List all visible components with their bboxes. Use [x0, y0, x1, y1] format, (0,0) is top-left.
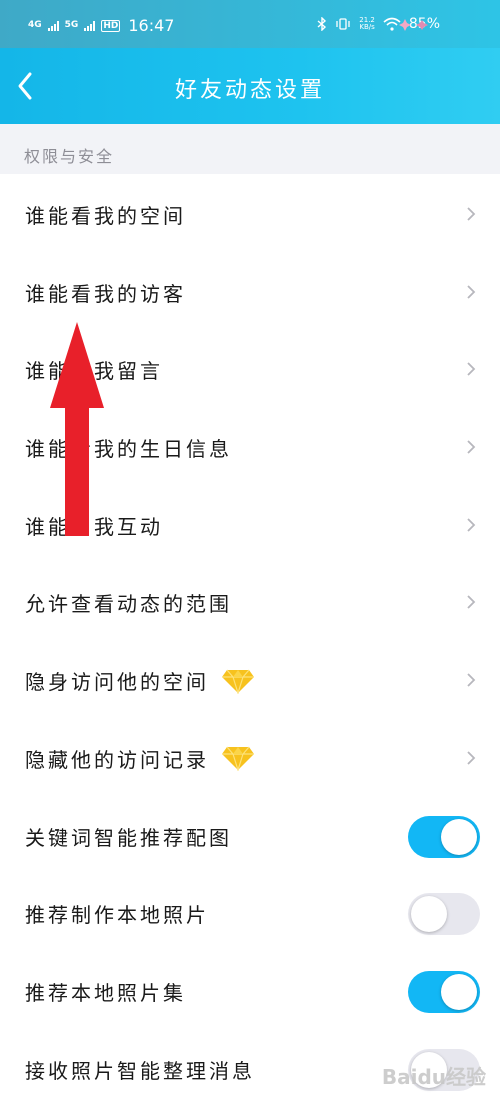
red-arrow-annotation-icon: [50, 322, 104, 536]
chevron-right-icon: [467, 673, 476, 687]
chevron-right-icon: [467, 362, 476, 377]
yellow-diamond-icon: [222, 746, 254, 772]
setting-label: 接收照片智能整理消息: [25, 1058, 255, 1083]
toggle-knob: [411, 896, 447, 933]
section-header: 权限与安全: [0, 124, 500, 174]
local-photo-toggle[interactable]: [408, 893, 480, 936]
setting-label: 谁能看我的访客: [25, 281, 186, 306]
setting-label: 允许查看动态的范围: [25, 592, 232, 617]
watermark: Baidu经验: [381, 1065, 486, 1089]
sparkle-decoration-icon: [399, 19, 428, 31]
setting-label: 推荐制作本地照片: [25, 903, 209, 928]
bluetooth-icon: [317, 17, 327, 31]
setting-label: 隐藏他的访问记录: [25, 744, 255, 775]
setting-label: 隐身访问他的空间: [25, 666, 255, 697]
setting-row-local-album: 推荐本地照片集: [0, 951, 500, 1029]
setting-label: 推荐本地照片集: [25, 980, 186, 1005]
signal-bars-icon: [84, 20, 96, 31]
setting-row-space-visibility[interactable]: 谁能看我的空间: [0, 174, 500, 252]
status-left: 4G 5G HD 16:47: [28, 16, 174, 35]
setting-label-text: 隐身访问他的空间: [25, 670, 209, 695]
clock-time: 16:47: [128, 16, 175, 35]
vibrate-icon: [336, 18, 350, 30]
setting-row-feed-range[interactable]: 允许查看动态的范围: [0, 562, 500, 640]
setting-label-text: 隐藏他的访问记录: [25, 747, 209, 772]
setting-row-invisible-visit[interactable]: 隐身访问他的空间: [0, 640, 500, 718]
setting-row-local-photo: 推荐制作本地照片: [0, 873, 500, 951]
yellow-diamond-icon: [222, 669, 254, 694]
signal-bars-icon: [47, 20, 59, 31]
section-title: 权限与安全: [24, 147, 115, 166]
navigation-bar: 好友动态设置: [0, 48, 500, 124]
page-title: 好友动态设置: [174, 78, 325, 103]
cell-signal-1-label: 4G: [28, 20, 42, 30]
toggle-knob: [441, 818, 477, 855]
chevron-right-icon: [467, 207, 476, 221]
setting-label: 谁能看我的空间: [25, 204, 186, 228]
chevron-right-icon: [467, 518, 476, 532]
chevron-right-icon: [467, 285, 476, 299]
chevron-right-icon: [467, 440, 476, 454]
network-speed-unit: KB/s: [359, 23, 375, 31]
setting-label: 关键词智能推荐配图: [25, 825, 232, 850]
chevron-right-icon: [467, 751, 476, 765]
network-speed: 21.2 KB/s: [359, 17, 375, 31]
toggle-knob: [441, 973, 477, 1010]
status-bar: 4G 5G HD 16:47 21.2KB/s 85%: [0, 0, 500, 48]
setting-row-visitor-visibility[interactable]: 谁能看我的访客: [0, 252, 500, 330]
cell-signal-2-label: 5G: [64, 20, 79, 30]
setting-row-hide-visit-record[interactable]: 隐藏他的访问记录: [0, 718, 500, 796]
hd-voice-badge: HD: [101, 19, 121, 32]
setting-row-keyword-images: 关键词智能推荐配图: [0, 796, 500, 874]
chevron-right-icon: [467, 595, 476, 610]
local-album-toggle[interactable]: [408, 970, 480, 1013]
settings-list: 谁能看我的空间 谁能看我的访客 谁能看我留言 谁能看我的生日信息 谁能与我互动 …: [0, 174, 500, 1116]
keyword-images-toggle[interactable]: [408, 815, 480, 858]
